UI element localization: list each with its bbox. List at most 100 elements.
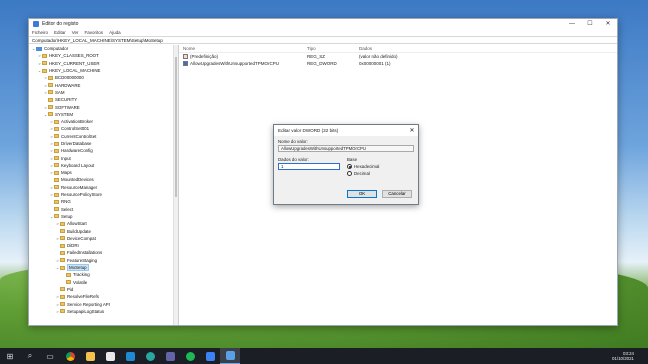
taskbar-edge[interactable] <box>140 348 160 364</box>
taskbar: ⊞ ⌕ ▭ 03:24 01/10/2021 <box>0 348 648 364</box>
tree-node-label: FailedInstallations <box>67 250 103 256</box>
folder-icon <box>54 199 59 204</box>
cancel-button[interactable]: Cancelar <box>382 190 412 198</box>
tree-node[interactable]: > SAM <box>29 89 178 96</box>
tree-node[interactable]: > HARDWARE <box>29 81 178 88</box>
tree-node[interactable]: > ControlSet001 <box>29 125 178 132</box>
tree-node[interactable]: > SetupapiLogStatus <box>29 308 178 315</box>
tree-node[interactable]: > HKEY_CURRENT_USER <box>29 60 178 67</box>
folder-icon <box>54 163 59 168</box>
tree-node[interactable]: Tracking <box>29 271 178 278</box>
start-button[interactable]: ⊞ <box>0 348 20 364</box>
base-group-label: Base <box>347 157 358 162</box>
tree-node[interactable]: > HardwareConfig <box>29 147 178 154</box>
tree-node-label: Pid <box>67 286 74 292</box>
menu-help[interactable]: Ajuda <box>109 30 121 35</box>
value-row-allowupgrades[interactable]: AllowUpgradesWithUnsupportedTPMOrCPU REG… <box>179 60 617 68</box>
tree-node[interactable]: > ResourcePolicyStore <box>29 191 178 198</box>
tree-node[interactable]: > ResourceManager <box>29 184 178 191</box>
tree-node[interactable]: MountedDevices <box>29 176 178 183</box>
tree-node-label: BuildUpdate <box>67 228 91 234</box>
taskbar-regedit[interactable] <box>220 348 240 364</box>
radio-hex-dot[interactable] <box>347 164 352 169</box>
system-clock[interactable]: 03:24 01/10/2021 <box>612 351 648 362</box>
dword-value-icon <box>183 61 188 67</box>
tree-node[interactable]: SECURITY <box>29 96 178 103</box>
menu-edit[interactable]: Editar <box>54 30 66 35</box>
tree-node[interactable]: > Input <box>29 154 178 161</box>
tree-node[interactable]: > CurrentControlSet <box>29 133 178 140</box>
dialog-close-button[interactable]: ✕ <box>406 127 418 134</box>
task-view-button[interactable]: ▭ <box>40 348 60 364</box>
tree-node[interactable]: Pid <box>29 286 178 293</box>
tree-node[interactable]: > Service Reporting API <box>29 300 178 307</box>
column-data-header[interactable]: Dados <box>359 46 617 51</box>
tree-node[interactable]: > BCD00000000 <box>29 74 178 81</box>
menu-view[interactable]: Ver <box>72 30 79 35</box>
tree-node[interactable]: > SOFTWARE <box>29 103 178 110</box>
radio-dec-dot[interactable] <box>347 171 352 176</box>
value-data: 0x00000001 (1) <box>359 61 391 67</box>
tree-node[interactable]: > Keyboard Layout <box>29 162 178 169</box>
tree-node[interactable]: ⌄ Computador <box>29 45 178 52</box>
taskbar-mail[interactable] <box>100 348 120 364</box>
tree-node[interactable]: > ActivationBroker <box>29 118 178 125</box>
tree-scrollbar[interactable] <box>173 45 178 325</box>
taskbar-teams[interactable] <box>160 348 180 364</box>
tree-node[interactable]: > AllowStart <box>29 220 178 227</box>
tree-node[interactable]: ⌄ SYSTEM <box>29 111 178 118</box>
address-bar[interactable]: Computador\HKEY_LOCAL_MACHINE\SYSTEM\Set… <box>29 36 617 44</box>
minimize-button[interactable]: — <box>563 19 581 29</box>
dialog-title-bar[interactable]: Editar valor DWORD (32 bits) ✕ <box>274 125 418 136</box>
taskbar-explorer[interactable] <box>80 348 100 364</box>
teams-icon <box>165 351 175 361</box>
tree-scrollbar-thumb[interactable] <box>175 57 177 197</box>
folder-icon <box>48 83 53 88</box>
taskbar-spotify[interactable] <box>180 348 200 364</box>
ok-button[interactable]: OK <box>347 190 377 198</box>
folder-icon <box>48 90 53 95</box>
menu-bar: Ficheiro Editar Ver Favoritos Ajuda <box>29 29 617 36</box>
tree-node[interactable]: > DeviceCompat <box>29 235 178 242</box>
radio-hexadecimal[interactable]: Hexadecimal <box>347 164 379 169</box>
radio-dec-label: Decimal <box>354 171 370 176</box>
tree-node[interactable]: ⌄ HKEY_LOCAL_MACHINE <box>29 67 178 74</box>
folder-icon <box>54 177 59 182</box>
menu-file[interactable]: Ficheiro <box>32 30 48 35</box>
string-value-icon <box>183 53 188 59</box>
tree-node[interactable]: > ResolveFileRefs <box>29 293 178 300</box>
column-type-header[interactable]: Tipo <box>307 46 359 51</box>
tree-node[interactable]: RNG <box>29 198 178 205</box>
close-button[interactable]: ✕ <box>599 19 617 29</box>
tree-node-label: RNG <box>61 199 71 205</box>
tree-node-label: HARDWARE <box>55 82 81 88</box>
values-header: Nome Tipo Dados <box>179 45 617 53</box>
maximize-button[interactable]: ☐ <box>581 19 599 29</box>
tree-node[interactable]: BuildUpdate <box>29 227 178 234</box>
value-data-input[interactable]: 1 <box>278 163 340 170</box>
tree-node[interactable]: ⌄ Setup <box>29 213 178 220</box>
taskbar-chrome[interactable] <box>60 348 80 364</box>
tree-node[interactable]: Volatile <box>29 279 178 286</box>
column-name-header[interactable]: Nome <box>179 46 307 51</box>
taskbar-vscode[interactable] <box>120 348 140 364</box>
value-row-default[interactable]: (Predefinição) REG_SZ (valor não definid… <box>179 53 617 61</box>
menu-favorites[interactable]: Favoritos <box>85 30 104 35</box>
tree-node[interactable]: > Maps <box>29 169 178 176</box>
radio-decimal[interactable]: Decimal <box>347 171 379 176</box>
tree-node[interactable]: FailedInstallations <box>29 249 178 256</box>
tree-node-label: HKEY_CLASSES_ROOT <box>49 53 99 59</box>
tree-node[interactable]: DiDRI <box>29 242 178 249</box>
tree-node[interactable]: > FeatureStaging <box>29 257 178 264</box>
folder-icon <box>54 119 59 124</box>
search-button[interactable]: ⌕ <box>20 348 40 364</box>
tree-node[interactable]: > DriverDatabase <box>29 140 178 147</box>
folder-icon <box>48 97 53 102</box>
title-bar[interactable]: Editor do registo — ☐ ✕ <box>29 19 617 29</box>
folder-icon <box>60 243 65 248</box>
tree-node[interactable]: Select <box>29 206 178 213</box>
tree-node[interactable]: ⌄ MoSetup <box>29 264 178 272</box>
taskbar-store[interactable] <box>200 348 220 364</box>
folder-icon <box>60 265 65 270</box>
tree-node[interactable]: > HKEY_CLASSES_ROOT <box>29 52 178 59</box>
